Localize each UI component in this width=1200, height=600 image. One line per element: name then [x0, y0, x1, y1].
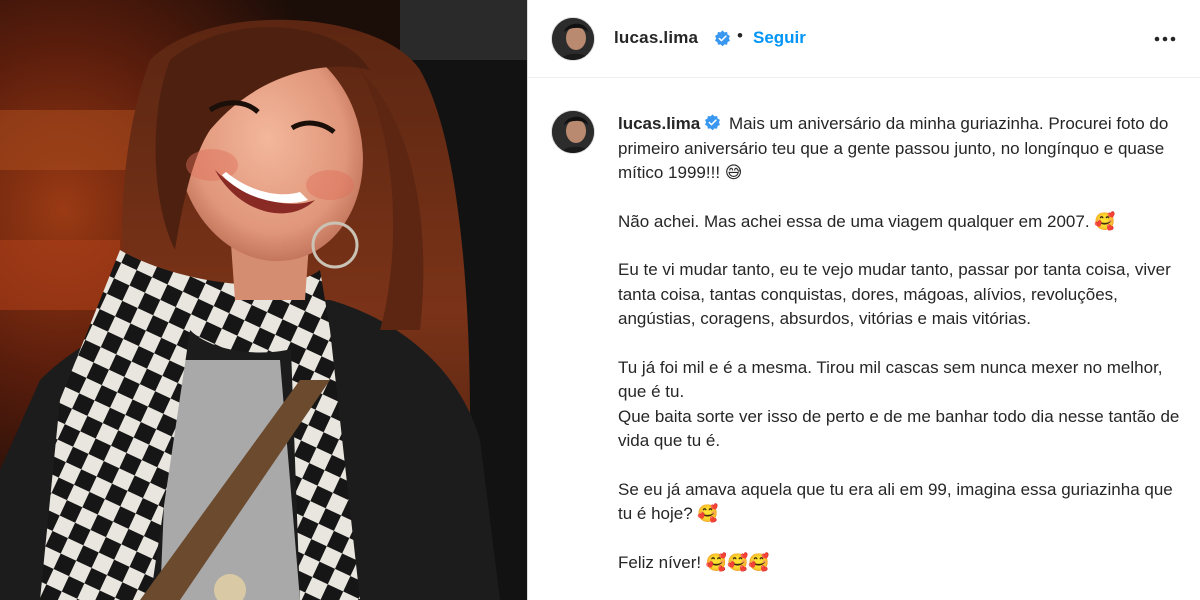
avatar-image — [552, 18, 594, 60]
caption-intro-text: Mais um aniversário da minha guriazinha.… — [618, 114, 1169, 182]
caption-intro: lucas.lima Mais um aniversário da minha … — [618, 112, 1188, 186]
header-separator: • — [737, 26, 743, 45]
instagram-post: lucas.lima • Seguir lucas.lima Mais um a… — [0, 0, 1200, 600]
caption-paragraph: Se eu já amava aquela que tu era ali em … — [618, 479, 1173, 524]
caption-paragraph: Tu já foi mil e é a mesma. Tirou mil cas… — [618, 357, 1163, 402]
caption-paragraph: Não achei. Mas achei essa de uma viagem … — [618, 211, 1116, 231]
caption-author-avatar[interactable] — [551, 110, 595, 154]
author-username[interactable]: lucas.lima — [614, 28, 698, 48]
caption-paragraph: Feliz níver! 🥰🥰🥰 — [618, 552, 770, 572]
verified-badge-icon — [715, 30, 730, 47]
post-photo[interactable] — [0, 0, 527, 600]
post-side-panel: lucas.lima • Seguir lucas.lima Mais um a… — [527, 0, 1200, 600]
verified-badge-icon — [705, 114, 721, 131]
author-avatar[interactable] — [551, 17, 595, 61]
caption-paragraph: Eu te vi mudar tanto, eu te vejo mudar t… — [618, 260, 1171, 328]
caption-paragraph: Que baita sorte ver isso de perto e de m… — [618, 406, 1180, 451]
follow-button[interactable]: Seguir — [753, 28, 806, 48]
post-header: lucas.lima • Seguir — [528, 0, 1200, 78]
avatar-image — [552, 111, 594, 153]
post-caption: lucas.lima Mais um aniversário da minha … — [618, 112, 1188, 599]
photo-image — [0, 0, 527, 600]
more-horizontal-icon[interactable] — [1152, 27, 1178, 51]
caption-username[interactable]: lucas.lima — [618, 114, 700, 133]
